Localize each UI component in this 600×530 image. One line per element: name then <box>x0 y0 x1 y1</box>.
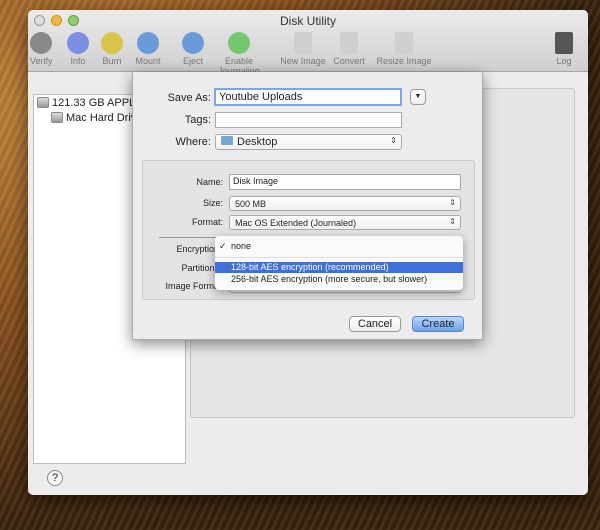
checkmark-icon: ✓ <box>219 241 227 251</box>
toolbar-label: New Image <box>280 56 326 66</box>
toolbar-label: Info <box>70 56 86 66</box>
toolbar-label: Verify <box>30 56 53 66</box>
toolbar-new-image-button[interactable]: New Image <box>278 32 328 66</box>
where-value: Desktop <box>237 136 278 148</box>
menu-item-label: none <box>231 241 252 251</box>
format-value: Mac OS Extended (Journaled) <box>235 218 357 228</box>
volume-label: Mac Hard Drive <box>66 111 143 124</box>
where-popup[interactable]: Desktop ⇕ <box>215 134 402 150</box>
tags-input[interactable] <box>215 112 402 128</box>
save-as-input[interactable]: Youtube Uploads <box>214 88 402 106</box>
menu-item-none[interactable]: ✓ none <box>215 241 463 252</box>
toolbar-label: Resize Image <box>376 56 432 66</box>
toolbar-label: Log <box>556 56 572 66</box>
log-icon <box>555 32 573 54</box>
create-button[interactable]: Create <box>412 316 464 332</box>
image-format-label: Image Forma <box>165 281 219 291</box>
disk-label: 121.33 GB APPLE <box>52 96 143 109</box>
toolbar-enable-journaling-button[interactable]: Enable Journaling <box>204 32 274 76</box>
size-label: Size: <box>202 198 223 208</box>
toolbar-resize-image-button[interactable]: Resize Image <box>373 32 435 66</box>
format-label: Format: <box>191 217 223 227</box>
eject-icon <box>182 32 204 54</box>
microscope-icon <box>30 32 52 54</box>
partitions-label: Partitions <box>181 263 219 273</box>
new-image-icon <box>294 32 312 54</box>
journal-icon <box>228 32 250 54</box>
toolbar-label: Convert <box>333 56 365 66</box>
name-label: Name: <box>196 177 223 187</box>
menu-separator <box>215 257 463 258</box>
toolbar-label: Burn <box>102 56 122 66</box>
toolbar: Disk Utility Verify Info Burn Mount Eject Ena… <box>28 10 588 76</box>
toolbar-verify-button[interactable]: Verify <box>30 32 53 66</box>
menu-item-aes256[interactable]: 256-bit AES encryption (more secure, but… <box>215 274 463 285</box>
size-value: 500 MB <box>235 199 267 209</box>
volume-icon <box>51 112 63 123</box>
toolbar-burn-button[interactable]: Burn <box>98 32 126 66</box>
toolbar-label: Mount <box>135 56 161 66</box>
size-popup[interactable]: 500 MB ⇕ <box>229 196 461 211</box>
toolbar-convert-button[interactable]: Convert <box>331 32 367 66</box>
window-title: Disk Utility <box>280 14 336 28</box>
expand-button[interactable]: ▼ <box>410 89 426 105</box>
format-popup[interactable]: Mac OS Extended (Journaled) ⇕ <box>229 215 461 230</box>
menu-item-label: 128-bit AES encryption (recommended) <box>231 262 389 272</box>
resize-image-icon <box>395 32 413 54</box>
name-input[interactable]: Disk Image <box>229 174 461 190</box>
cancel-button[interactable]: Cancel <box>349 316 401 332</box>
toolbar-info-button[interactable]: Info <box>66 32 90 66</box>
menu-item-label: 256-bit AES encryption (more secure, but… <box>231 274 428 284</box>
toolbar-mount-button[interactable]: Mount <box>128 32 168 66</box>
encryption-menu: ✓ none 128-bit AES encryption (recommende… <box>215 236 463 290</box>
folder-icon <box>221 136 233 145</box>
disk-icon <box>37 97 49 108</box>
help-button[interactable]: ? <box>47 470 63 486</box>
info-icon <box>67 32 89 54</box>
burn-icon <box>101 32 123 54</box>
new-image-sheet: Save As: Youtube Uploads ▼ Tags: Where: … <box>132 72 483 340</box>
encryption-label: Encryption <box>176 244 219 254</box>
tags-label: Tags: <box>184 114 211 126</box>
where-label: Where: <box>175 136 211 148</box>
convert-icon <box>340 32 358 54</box>
menu-item-aes128[interactable]: 128-bit AES encryption (recommended) <box>215 262 463 273</box>
save-as-label: Save As: <box>167 92 211 104</box>
mount-icon <box>137 32 159 54</box>
toolbar-log-button[interactable]: Log <box>551 32 577 66</box>
